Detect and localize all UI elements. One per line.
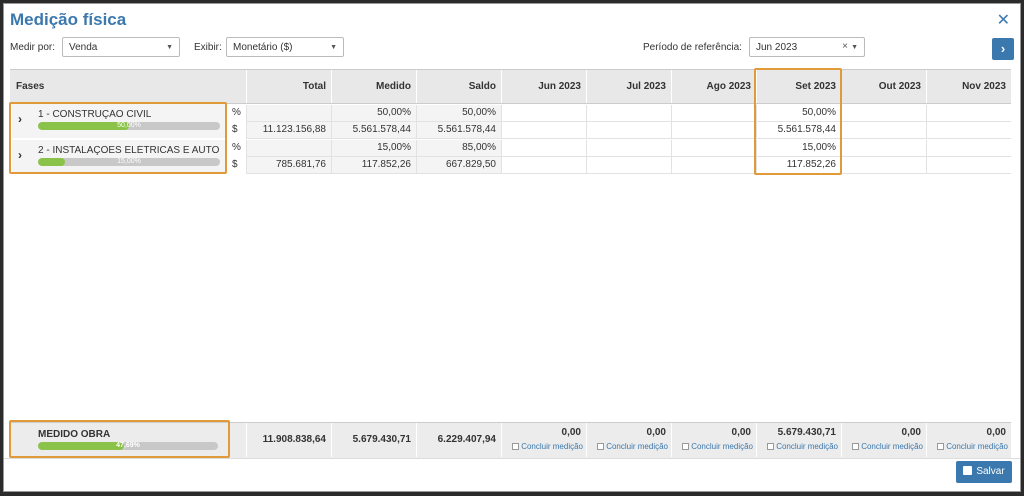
highlight-totals bbox=[9, 420, 230, 458]
clear-icon[interactable]: × bbox=[842, 41, 848, 52]
caret-down-icon: ▼ bbox=[166, 44, 173, 51]
floppy-disk-icon bbox=[963, 466, 973, 475]
unit-currency: $ bbox=[232, 124, 238, 135]
cell-out[interactable] bbox=[841, 140, 926, 156]
col-nov: Nov 2023 bbox=[926, 70, 1011, 103]
totals-value: 0,00 bbox=[731, 427, 751, 438]
cell-nov[interactable] bbox=[926, 105, 1011, 121]
unit-currency: $ bbox=[232, 159, 238, 170]
cell-total bbox=[246, 105, 331, 121]
totals-out: 0,00 Concluir medição bbox=[841, 423, 926, 457]
col-medido: Medido bbox=[331, 70, 416, 103]
grid-header: Fases Total Medido Saldo Jun 2023 Jul 20… bbox=[10, 69, 1011, 104]
totals-total: 11.908.838,64 bbox=[246, 423, 331, 457]
periodo-label: Período de referência: bbox=[643, 42, 742, 53]
cell-saldo: 50,00% bbox=[416, 105, 501, 121]
cell-saldo: 667.829,50 bbox=[416, 157, 501, 173]
next-period-button[interactable]: › bbox=[992, 38, 1014, 60]
medir-select[interactable]: Venda ▼ bbox=[62, 37, 180, 57]
footer-divider bbox=[4, 458, 1020, 459]
cell-saldo: 85,00% bbox=[416, 140, 501, 156]
caret-down-icon: ▼ bbox=[330, 44, 337, 51]
cell-saldo: 5.561.578,44 bbox=[416, 122, 501, 138]
cell-jun[interactable] bbox=[501, 122, 586, 138]
cell-total bbox=[246, 140, 331, 156]
cell-jun[interactable] bbox=[501, 157, 586, 173]
cell-jun[interactable] bbox=[501, 105, 586, 121]
concluir-checkbox[interactable]: Concluir medição bbox=[852, 442, 923, 451]
dialog-title: Medição física bbox=[10, 10, 127, 29]
cell-jul[interactable] bbox=[586, 122, 671, 138]
periodo-select[interactable]: Jun 2023 × ▼ bbox=[749, 37, 865, 57]
totals-value: 5.679.430,71 bbox=[777, 427, 836, 438]
highlight-phases bbox=[9, 102, 227, 174]
cell-out[interactable] bbox=[841, 157, 926, 173]
exibir-select[interactable]: Monetário ($) ▼ bbox=[226, 37, 344, 57]
cell-medido: 5.561.578,44 bbox=[331, 122, 416, 138]
cell-medido: 117.852,26 bbox=[331, 157, 416, 173]
col-jun: Jun 2023 bbox=[501, 70, 586, 103]
totals-medido: 5.679.430,71 bbox=[331, 423, 416, 457]
cell-nov[interactable] bbox=[926, 140, 1011, 156]
caret-down-icon: ▼ bbox=[851, 44, 858, 51]
cell-ago[interactable] bbox=[671, 105, 756, 121]
table-row: 50,00% 50,00% 50,00% bbox=[246, 105, 1011, 122]
exibir-label: Exibir: bbox=[194, 42, 222, 53]
cell-ago[interactable] bbox=[671, 140, 756, 156]
medicao-dialog: Medição física ✕ Medir por: Venda ▼ Exib… bbox=[3, 3, 1021, 492]
col-fases: Fases bbox=[16, 81, 45, 92]
table-row: 11.123.156,88 5.561.578,44 5.561.578,44 … bbox=[246, 122, 1011, 139]
concluir-checkbox[interactable]: Concluir medição bbox=[767, 442, 838, 451]
totals-jul: 0,00 Concluir medição bbox=[586, 423, 671, 457]
table-row: 15,00% 85,00% 15,00% bbox=[246, 140, 1011, 157]
col-saldo: Saldo bbox=[416, 70, 501, 103]
cell-nov[interactable] bbox=[926, 157, 1011, 173]
col-jul: Jul 2023 bbox=[586, 70, 671, 103]
close-icon[interactable]: ✕ bbox=[997, 10, 1010, 30]
unit-percent: % bbox=[232, 142, 241, 153]
totals-value: 0,00 bbox=[901, 427, 921, 438]
concluir-checkbox[interactable]: Concluir medição bbox=[597, 442, 668, 451]
col-ago: Ago 2023 bbox=[671, 70, 756, 103]
cell-jun[interactable] bbox=[501, 140, 586, 156]
save-label: Salvar bbox=[976, 466, 1005, 477]
cell-medido: 50,00% bbox=[331, 105, 416, 121]
cell-jul[interactable] bbox=[586, 157, 671, 173]
cell-ago[interactable] bbox=[671, 157, 756, 173]
totals-jun: 0,00 Concluir medição bbox=[501, 423, 586, 457]
concluir-checkbox[interactable]: Concluir medição bbox=[682, 442, 753, 451]
totals-value: 0,00 bbox=[561, 427, 581, 438]
cell-jul[interactable] bbox=[586, 105, 671, 121]
totals-value: 0,00 bbox=[986, 427, 1006, 438]
col-out: Out 2023 bbox=[841, 70, 926, 103]
cell-total: 11.123.156,88 bbox=[246, 122, 331, 138]
totals-nov: 0,00 Concluir medição bbox=[926, 423, 1011, 457]
concluir-checkbox[interactable]: Concluir medição bbox=[937, 442, 1008, 451]
cell-ago[interactable] bbox=[671, 122, 756, 138]
col-total: Total bbox=[246, 70, 331, 103]
exibir-value: Monetário ($) bbox=[233, 42, 293, 53]
cell-nov[interactable] bbox=[926, 122, 1011, 138]
cell-out[interactable] bbox=[841, 122, 926, 138]
unit-percent: % bbox=[232, 107, 241, 118]
table-row: 785.681,76 117.852,26 667.829,50 117.852… bbox=[246, 157, 1011, 174]
periodo-value: Jun 2023 bbox=[756, 42, 798, 53]
cell-total: 785.681,76 bbox=[246, 157, 331, 173]
totals-value: 0,00 bbox=[646, 427, 666, 438]
medir-label: Medir por: bbox=[10, 42, 56, 53]
totals-set: 5.679.430,71 Concluir medição bbox=[756, 423, 841, 457]
totals-ago: 0,00 Concluir medição bbox=[671, 423, 756, 457]
totals-saldo: 6.229.407,94 bbox=[416, 423, 501, 457]
cell-out[interactable] bbox=[841, 105, 926, 121]
medir-value: Venda bbox=[69, 42, 98, 53]
cell-medido: 15,00% bbox=[331, 140, 416, 156]
chevron-right-icon: › bbox=[1000, 41, 1006, 56]
cell-jul[interactable] bbox=[586, 140, 671, 156]
save-button[interactable]: Salvar bbox=[956, 461, 1012, 483]
concluir-checkbox[interactable]: Concluir medição bbox=[512, 442, 583, 451]
highlight-set-column bbox=[754, 68, 842, 175]
